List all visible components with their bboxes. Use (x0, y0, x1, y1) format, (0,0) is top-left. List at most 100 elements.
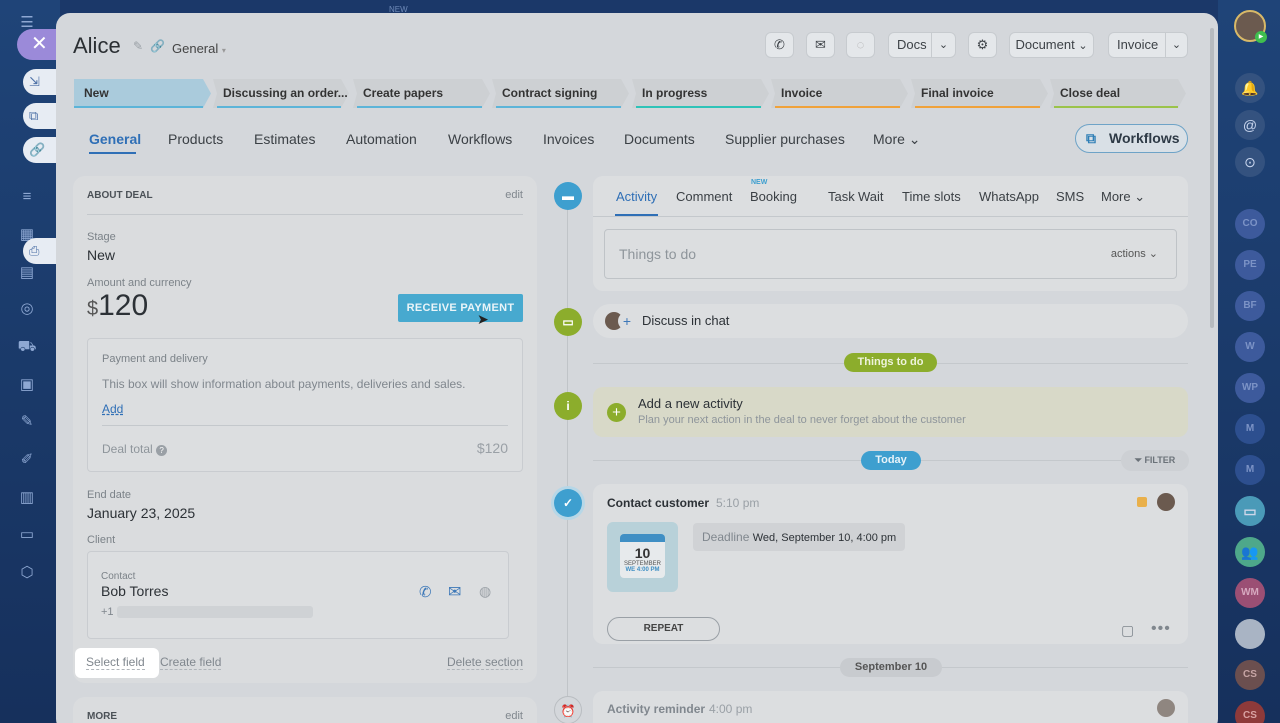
docs-button[interactable]: Docs ⌄ (888, 32, 956, 58)
avatar-m[interactable]: M (1235, 414, 1265, 444)
avatar-co[interactable]: CO (1235, 209, 1265, 239)
store-icon[interactable]: ▭ (16, 524, 38, 546)
create-field-link[interactable]: Create field (160, 655, 222, 670)
tab-products[interactable]: Products (168, 131, 223, 147)
stage-color-bar (775, 106, 900, 108)
things-to-do-input[interactable]: Things to do actions ⌄ (604, 229, 1177, 279)
edit-title-icon[interactable]: ✎ (133, 39, 143, 53)
contact-customer-title[interactable]: Contact customer (607, 496, 709, 510)
pen-icon[interactable]: ✐ (16, 449, 38, 471)
filter-icon[interactable]: ≡ (16, 186, 38, 208)
tab-estimates[interactable]: Estimates (254, 131, 315, 147)
close-slider-button[interactable]: ✕ (17, 29, 61, 60)
actions-dropdown[interactable]: actions ⌄ (1111, 247, 1158, 260)
repeat-button[interactable]: REPEAT (607, 617, 720, 641)
activity-tab-sms[interactable]: SMS (1056, 189, 1084, 204)
stage-new[interactable]: New (74, 79, 211, 108)
tab-supplier-purchases[interactable]: Supplier purchases (725, 131, 845, 147)
box-icon[interactable]: ▤ (16, 262, 38, 284)
chat-button[interactable]: ◌ (846, 32, 875, 58)
help-icon[interactable]: ? (156, 445, 168, 456)
chat-contact-icon[interactable]: ◍ (479, 583, 491, 600)
responsible-avatar[interactable] (1157, 493, 1175, 511)
filter-button[interactable]: ⏷ FILTER (1121, 450, 1189, 471)
invoice-button[interactable]: Invoice ⌄ (1108, 32, 1188, 58)
activity-tab-comment[interactable]: Comment (676, 189, 732, 204)
more-edit-link[interactable]: edit (505, 710, 523, 722)
document-icon[interactable]: ✎ (16, 411, 38, 433)
call-contact-icon[interactable]: ✆ (419, 583, 432, 601)
settings-button[interactable]: ⚙ (968, 32, 997, 58)
phone-button[interactable]: ✆ (765, 32, 794, 58)
email-contact-icon[interactable]: ✉ (448, 582, 461, 602)
chat-search-icon[interactable]: ⊙ (1235, 147, 1265, 177)
avatar-wm[interactable]: WM (1235, 578, 1265, 608)
select-field-link[interactable]: Select field (86, 655, 145, 670)
add-activity-title: Add a new activity (638, 396, 743, 411)
more-options-icon[interactable]: ••• (1151, 620, 1171, 638)
avatar-cs-2[interactable]: CS (1235, 701, 1265, 723)
plus-icon[interactable]: + (618, 312, 636, 330)
stage-final-invoice[interactable]: Final invoice (911, 79, 1048, 108)
status-flag-icon[interactable] (1137, 497, 1147, 507)
delete-section-link[interactable]: Delete section (446, 655, 523, 670)
activity-tab-wait[interactable]: Wait (858, 189, 884, 204)
avatar-pe[interactable]: PE (1235, 250, 1265, 280)
activity-tab-whatsapp[interactable]: WhatsApp (979, 189, 1039, 204)
tab-label: Workflows (448, 131, 513, 147)
avatar-bf[interactable]: BF (1235, 291, 1265, 321)
about-edit-link[interactable]: edit (505, 189, 523, 201)
team-icon[interactable]: 👥 (1235, 537, 1265, 567)
document-button[interactable]: Document ⌄ (1009, 32, 1094, 58)
stage-close-deal[interactable]: Close deal (1050, 79, 1186, 108)
spiral-icon[interactable]: @ (1235, 110, 1265, 140)
stage-contract-signing[interactable]: Contract signing (492, 79, 629, 108)
category-select[interactable]: General ▾ (172, 41, 226, 56)
stage-discussing-an-order[interactable]: Discussing an order... (213, 79, 349, 108)
workflows-button[interactable]: ⧉ Workflows (1075, 124, 1188, 153)
deadline-chip[interactable]: Deadline Wed, September 10, 4:00 pm (693, 523, 906, 551)
cube-icon[interactable]: ⬡ (16, 562, 38, 584)
avatar-wp[interactable]: WP (1235, 373, 1265, 403)
activity-tab-booking[interactable]: Booking (750, 189, 797, 204)
avatar-cs[interactable]: CS (1235, 660, 1265, 690)
activity-tab-time-slots[interactable]: Time slots (902, 189, 961, 204)
chat-group-icon[interactable]: ▭ (1235, 496, 1265, 526)
reminder-avatar[interactable] (1157, 699, 1175, 717)
notifications-bell-icon[interactable]: 🔔 (1235, 73, 1265, 103)
discuss-label: Discuss in chat (642, 313, 730, 328)
stage-create-papers[interactable]: Create papers (353, 79, 490, 108)
avatar-photo[interactable] (1235, 619, 1265, 649)
target-icon[interactable]: ◎ (16, 298, 38, 320)
activity-tab-task[interactable]: Task (828, 189, 855, 204)
stage-color-bar (357, 106, 482, 108)
link-icon[interactable]: 🔗 (150, 39, 165, 53)
avatar-m-2[interactable]: M (1235, 455, 1265, 485)
about-heading: ABOUT DEAL (87, 190, 153, 201)
stage-in-progress[interactable]: In progress (632, 79, 769, 108)
tab-more[interactable]: More ⌄ (873, 131, 921, 148)
add-activity-plus-icon[interactable]: + (607, 403, 626, 422)
tab-general[interactable]: General (89, 131, 141, 147)
discuss-in-chat-item[interactable]: + Discuss in chat (593, 304, 1188, 338)
add-payment-link[interactable]: Add (102, 402, 123, 416)
email-button[interactable]: ✉ (806, 32, 835, 58)
tab-documents[interactable]: Documents (624, 131, 695, 147)
tab-invoices[interactable]: Invoices (543, 131, 594, 147)
tab-workflows[interactable]: Workflows (448, 131, 512, 147)
avatar-w[interactable]: W (1235, 332, 1265, 362)
contact-name[interactable]: Bob Torres (101, 583, 168, 599)
scrollbar[interactable] (1210, 28, 1214, 328)
chart-icon[interactable]: ▥ (16, 487, 38, 509)
receive-payment-button[interactable]: RECEIVE PAYMENT (398, 294, 523, 322)
client-box: Contact Bob Torres +1 ✆ ✉ ◍ (87, 551, 509, 639)
contacts-icon[interactable]: ▣ (16, 374, 38, 396)
reminder-title[interactable]: Activity reminder (607, 702, 705, 716)
add-activity-card[interactable]: + Add a new activity Plan your next acti… (593, 387, 1188, 437)
cart-icon[interactable]: ⛟ (16, 336, 38, 358)
tab-automation[interactable]: Automation (346, 131, 417, 147)
activity-tab-more[interactable]: More ⌄ (1101, 189, 1145, 205)
note-icon[interactable]: ▢ (1121, 622, 1134, 639)
stage-invoice[interactable]: Invoice (771, 79, 908, 108)
activity-tab-activity[interactable]: Activity (616, 189, 657, 204)
